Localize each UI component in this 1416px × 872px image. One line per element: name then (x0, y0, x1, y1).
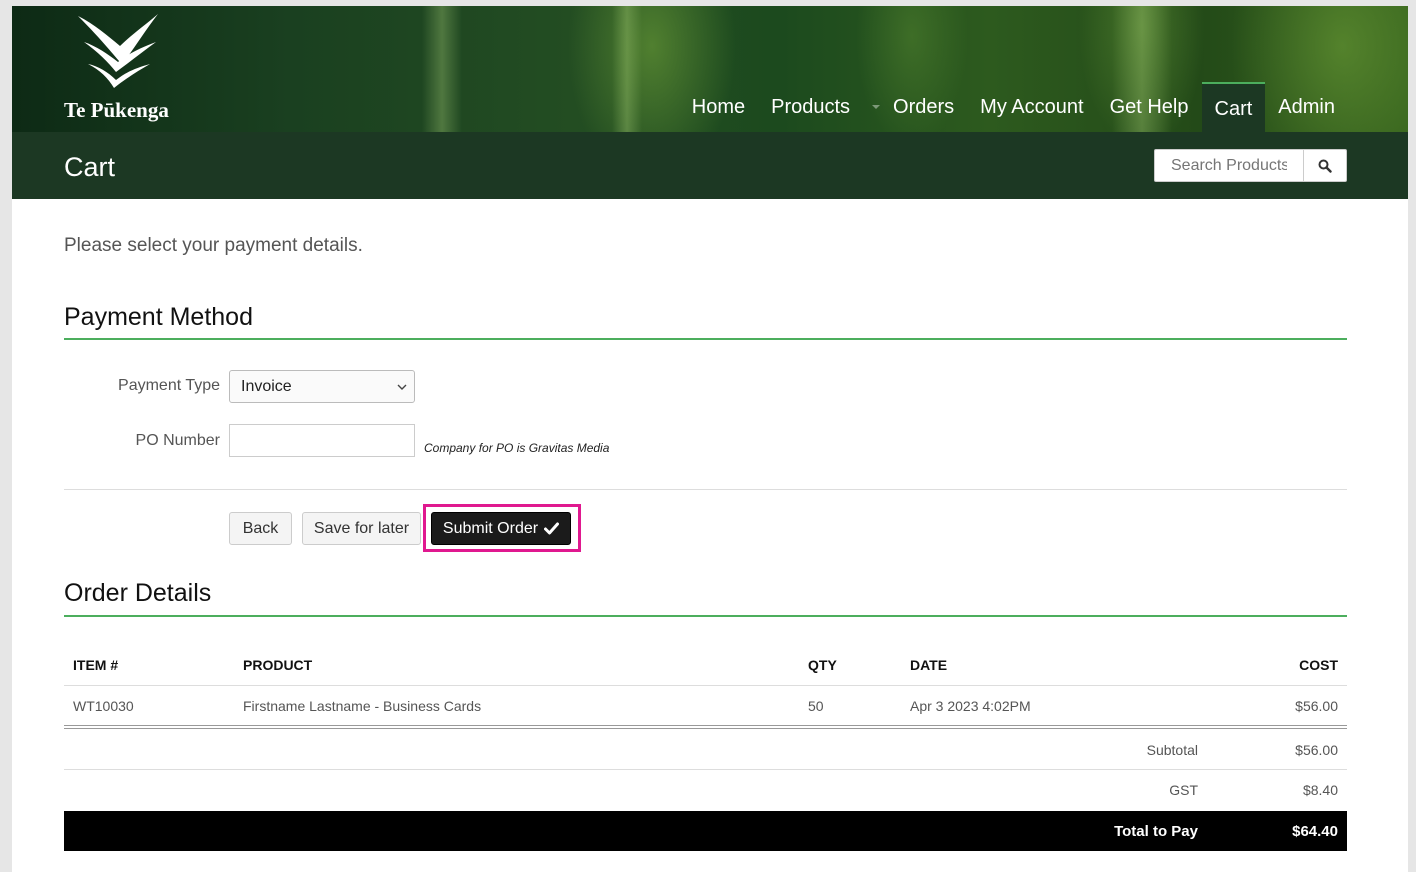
search-icon (1318, 159, 1332, 173)
order-details-heading: Order Details (64, 579, 212, 607)
page-title: Cart (64, 152, 116, 182)
nav-orders[interactable]: Orders (880, 95, 967, 132)
banner-texture (422, 6, 462, 132)
brand-name: Te Pūkenga (64, 98, 169, 122)
row-date: Apr 3 2023 4:02PM (910, 698, 1031, 714)
header-banner: Te Pūkenga Home Products Orders My Accou… (12, 6, 1408, 132)
nav-get-help[interactable]: Get Help (1097, 95, 1202, 132)
total-label: Total to Pay (1114, 823, 1198, 840)
col-item: ITEM # (73, 657, 119, 673)
submit-order-button[interactable]: Submit Order (431, 512, 571, 545)
page-title-bar: Cart (12, 132, 1408, 199)
form-divider (64, 489, 1347, 490)
nav-admin[interactable]: Admin (1265, 95, 1348, 132)
col-date: DATE (910, 657, 948, 673)
payment-method-heading: Payment Method (64, 303, 253, 331)
row-qty: 50 (808, 698, 824, 714)
col-qty: QTY (808, 657, 837, 673)
nav-home[interactable]: Home (679, 95, 758, 132)
logo-mark-icon (78, 14, 158, 88)
section-divider (64, 338, 1347, 340)
table-divider (64, 685, 1347, 686)
nav-cart[interactable]: Cart (1201, 82, 1266, 132)
row-product: Firstname Lastname - Business Cards (243, 698, 482, 714)
banner-texture (612, 6, 642, 132)
po-number-input[interactable] (229, 424, 415, 457)
nav-products[interactable]: Products (758, 95, 880, 132)
subtotal-label: Subtotal (1146, 742, 1198, 758)
po-company-hint: Company for PO is Gravitas Media (424, 441, 610, 455)
chevron-down-icon (397, 384, 407, 390)
total-bar: Total to Pay $64.40 (64, 811, 1347, 851)
submit-order-label: Submit Order (442, 519, 539, 537)
row-item: WT10030 (73, 698, 134, 714)
table-divider (64, 769, 1347, 770)
col-product: PRODUCT (243, 657, 313, 673)
table-divider (64, 728, 1347, 729)
checkmark-icon (544, 522, 560, 535)
table-divider (64, 725, 1347, 726)
row-cost: $56.00 (1295, 698, 1338, 714)
main-nav: Home Products Orders My Account Get Help… (679, 82, 1348, 132)
search-button[interactable] (1303, 149, 1347, 182)
total-value: $64.40 (1292, 823, 1338, 840)
save-for-later-button[interactable]: Save for later (302, 512, 421, 545)
back-button[interactable]: Back (229, 512, 292, 545)
section-divider (64, 615, 1347, 617)
gst-value: $8.40 (1302, 782, 1338, 798)
nav-my-account[interactable]: My Account (967, 95, 1096, 132)
payment-type-label: Payment Type (118, 377, 220, 394)
search-input[interactable] (1154, 149, 1304, 182)
page-frame: Te Pūkenga Home Products Orders My Accou… (12, 6, 1408, 872)
payment-type-value: Invoice (241, 378, 292, 395)
payment-type-select[interactable]: Invoice (229, 370, 415, 403)
brand-logo[interactable]: Te Pūkenga (64, 12, 184, 122)
subtotal-value: $56.00 (1295, 742, 1338, 758)
col-cost: COST (1299, 657, 1338, 673)
po-number-label: PO Number (135, 432, 220, 449)
gst-label: GST (1169, 782, 1198, 798)
intro-text: Please select your payment details. (64, 235, 363, 256)
